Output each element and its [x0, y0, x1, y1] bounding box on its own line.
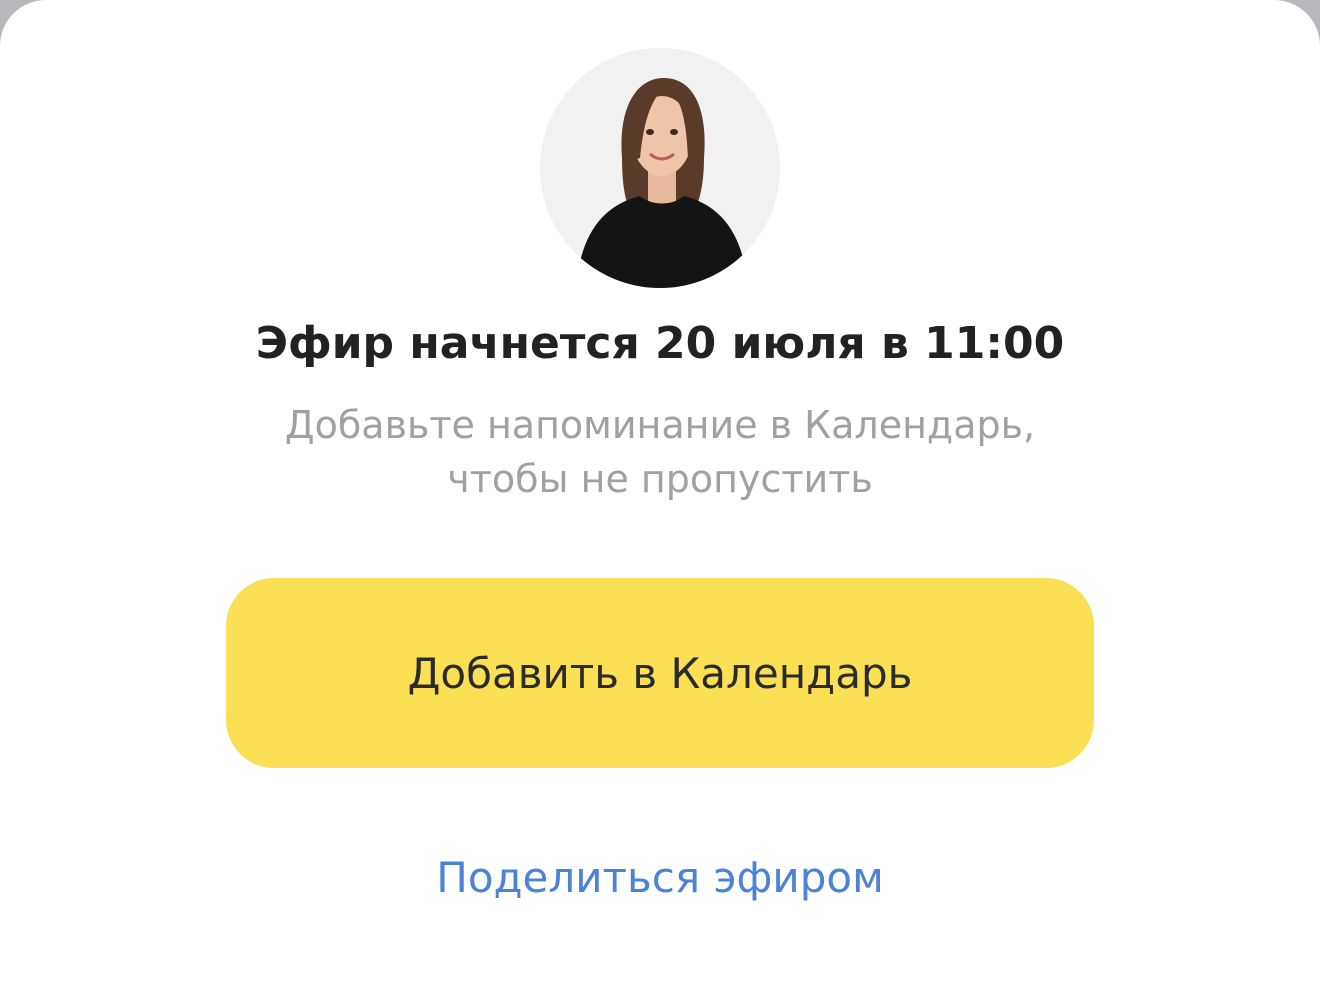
host-portrait-icon	[540, 48, 780, 288]
reminder-hint: Добавьте напоминание в Календарь, чтобы …	[0, 398, 1320, 506]
add-to-calendar-button-label: Добавить в Календарь	[407, 648, 913, 698]
modal-sheet: Эфир начнется 20 июля в 11:00 Добавьте н…	[0, 0, 1320, 982]
reminder-hint-line-2: чтобы не пропустить	[447, 457, 873, 501]
share-broadcast-link[interactable]: Поделиться эфиром	[0, 846, 1320, 910]
add-to-calendar-button[interactable]: Добавить в Календарь	[226, 578, 1094, 768]
broadcast-start-title: Эфир начнется 20 июля в 11:00	[255, 318, 1065, 369]
reminder-hint-line-1: Добавьте напоминание в Календарь,	[284, 403, 1036, 447]
host-avatar	[540, 48, 780, 288]
